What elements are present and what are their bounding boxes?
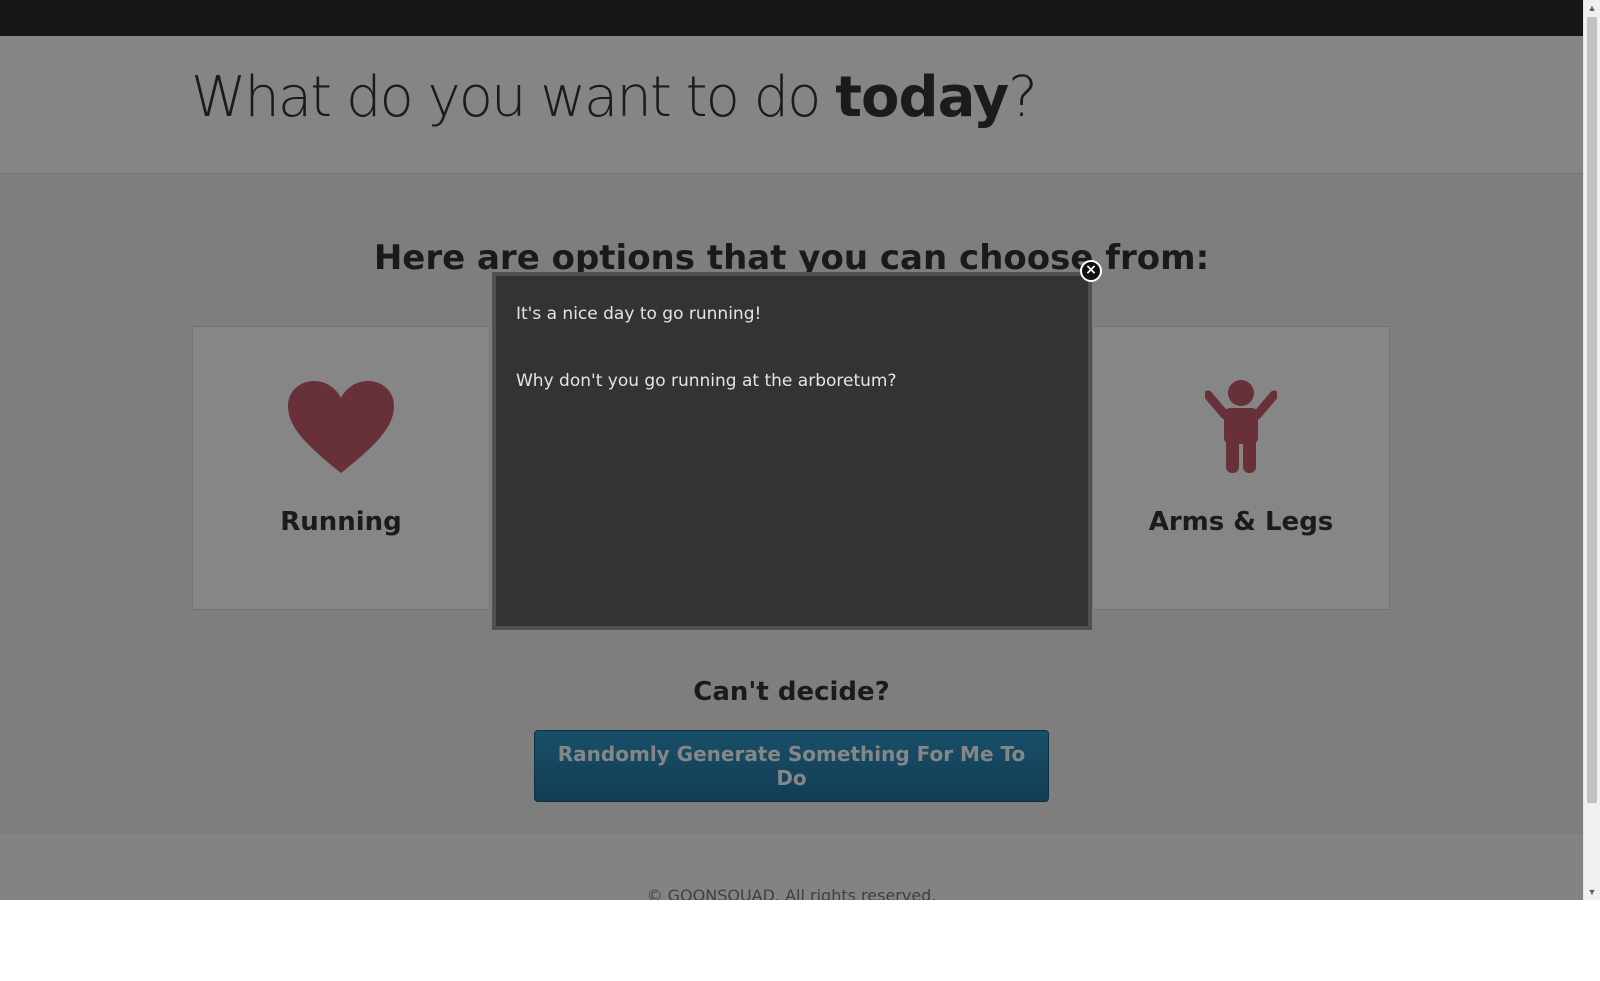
vertical-scrollbar[interactable]: ▲ ▼ (1583, 0, 1600, 900)
modal-suggestion: Why don't you go running at the arboretu… (516, 371, 897, 391)
scroll-down-icon[interactable]: ▼ (1584, 884, 1600, 900)
close-icon[interactable]: × (1080, 260, 1102, 282)
page-viewport: What do you want to do today? Here are o… (0, 0, 1583, 900)
scrollbar-thumb[interactable] (1587, 17, 1597, 803)
scroll-up-icon[interactable]: ▲ (1584, 0, 1600, 16)
modal-message: It's a nice day to go running! (516, 304, 762, 324)
suggestion-modal: It's a nice day to go running! Why don't… (492, 272, 1092, 630)
